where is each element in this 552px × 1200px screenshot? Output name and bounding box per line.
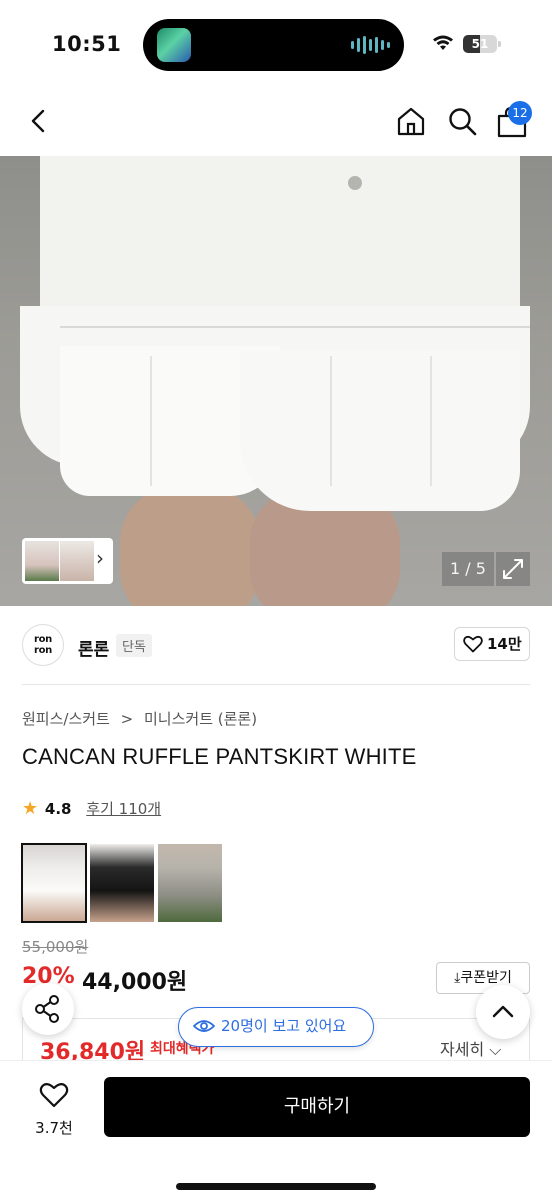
heart-icon <box>39 1083 69 1108</box>
audio-wave-icon <box>351 35 390 55</box>
color-options <box>21 843 222 924</box>
breadcrumb-separator: > <box>120 710 134 728</box>
share-icon <box>35 995 59 1023</box>
color-option-grey[interactable] <box>158 844 222 922</box>
model-leg-left <box>120 486 260 606</box>
battery-level: 51 <box>471 37 489 51</box>
benefit-detail-link[interactable]: 자세히 ⌵ <box>440 1036 501 1060</box>
star-icon: ★ <box>22 798 39 819</box>
divider <box>22 684 530 685</box>
brand-like-count: 14만 <box>487 635 522 653</box>
top-navigation <box>0 90 552 156</box>
skirt-button-detail <box>348 176 362 190</box>
chevron-right-icon[interactable]: › <box>96 546 104 570</box>
exclusive-badge: 단독 <box>116 634 152 657</box>
chevron-up-icon <box>492 1005 514 1018</box>
thumbnail-image[interactable] <box>60 541 94 581</box>
breadcrumb: 원피스/스커트 > 미니스커트 (론론) <box>22 708 263 729</box>
live-viewers-text: 20명이 보고 있어요 <box>221 1017 347 1035</box>
status-bar: 10:51 51 <box>0 0 552 90</box>
wishlist-button[interactable]: 3.7천 <box>22 1077 86 1141</box>
skirt-upper-tier <box>40 156 520 331</box>
battery-icon: 51 <box>463 35 497 53</box>
product-title: CANCAN RUFFLE PANTSKIRT WHITE <box>22 744 417 769</box>
product-image-carousel[interactable]: › 1 / 5 <box>0 156 552 606</box>
skirt-ruffle-right <box>240 351 520 511</box>
dynamic-island <box>143 19 404 71</box>
thumbnail-image[interactable] <box>25 541 59 581</box>
original-price: 55,000원 <box>22 938 89 956</box>
skirt-seam <box>60 326 530 328</box>
rating-score: 4.8 <box>44 800 72 818</box>
breadcrumb-subcategory[interactable]: 미니스커트 (론론) <box>144 710 257 728</box>
live-viewers-badge: 20명이 보고 있어요 <box>178 1007 374 1047</box>
wishlist-count: 3.7천 <box>35 1119 73 1137</box>
expand-icon[interactable] <box>496 552 530 586</box>
brand-logo[interactable]: ron ron <box>22 624 64 666</box>
now-playing-artwork <box>157 28 191 62</box>
brand-name[interactable]: 론론 <box>78 635 109 660</box>
scroll-to-top-button[interactable] <box>476 985 530 1039</box>
image-thumbnail-strip[interactable]: › <box>22 538 113 584</box>
heart-icon <box>463 635 483 653</box>
share-button[interactable] <box>22 983 74 1035</box>
home-icon[interactable] <box>394 104 428 138</box>
search-icon[interactable] <box>445 104 479 138</box>
bottom-action-bar: 3.7천 구매하기 <box>0 1060 552 1200</box>
home-indicator <box>176 1183 376 1190</box>
cart-count-badge: 12 <box>508 101 532 125</box>
status-time: 10:51 <box>52 32 122 56</box>
eye-icon <box>193 1020 215 1032</box>
wifi-icon <box>433 35 453 50</box>
reviews-link[interactable]: 후기 110개 <box>86 800 161 818</box>
breadcrumb-category[interactable]: 원피스/스커트 <box>22 710 110 728</box>
color-option-white[interactable] <box>21 843 87 923</box>
brand-row: ron ron 론론 단독 14만 <box>0 606 552 684</box>
coupon-label: 쿠폰받기 <box>460 970 512 986</box>
color-option-black[interactable] <box>90 844 154 922</box>
buy-button[interactable]: 구매하기 <box>104 1077 530 1137</box>
image-counter: 1 / 5 <box>442 552 494 586</box>
sale-price: 44,000원 <box>82 970 188 995</box>
rating: ★ 4.8 후기 110개 <box>22 798 161 819</box>
brand-like-button[interactable]: 14만 <box>454 627 530 661</box>
chevron-down-icon: ⌵ <box>489 1040 502 1059</box>
back-button[interactable] <box>22 104 56 138</box>
